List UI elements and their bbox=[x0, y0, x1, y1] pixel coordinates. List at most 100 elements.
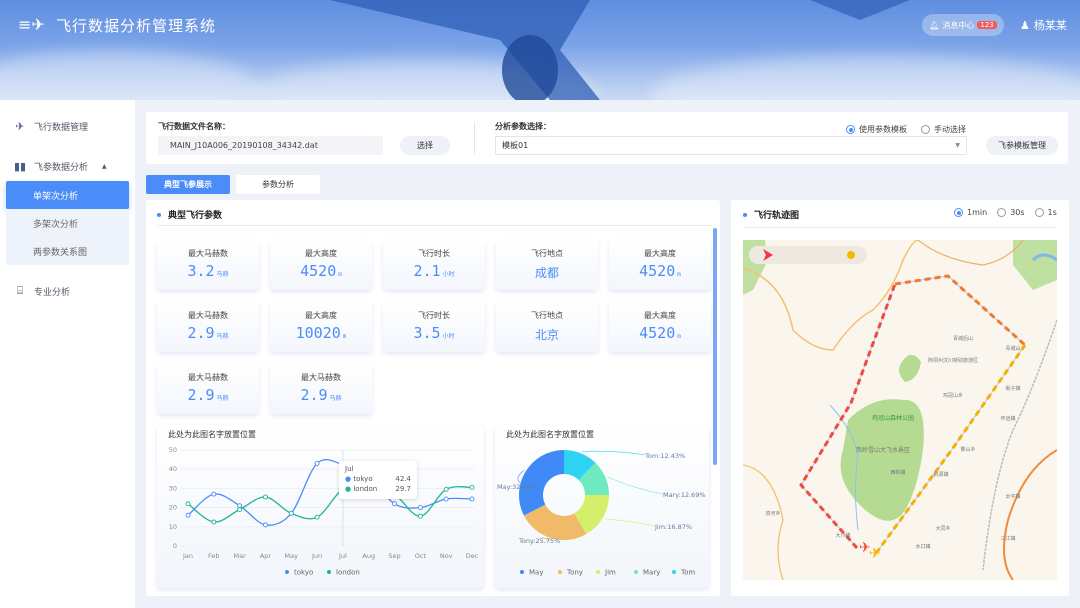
param-label: 分析参数选择： bbox=[495, 122, 551, 131]
legend-label-Jim: Jim bbox=[604, 569, 616, 577]
map-place-label: 斜源镇 bbox=[933, 471, 948, 478]
param-card-value-row: 4520 m bbox=[609, 262, 711, 280]
radio-30s[interactable]: 30s bbox=[997, 208, 1025, 217]
template-select[interactable]: 模板01 ▼ bbox=[495, 136, 967, 155]
track-map[interactable]: ✈ ✈ 鸡冠山森林公园西岭雪山大飞水景区青城后山青城山阿坝州汶川特别旅游区大川镇… bbox=[743, 240, 1057, 580]
data-point-tokyo bbox=[469, 496, 475, 502]
fighter-jet-image-2 bbox=[810, 0, 910, 20]
scrollbar[interactable] bbox=[713, 228, 717, 465]
param-card-value: 4520 bbox=[639, 262, 676, 280]
param-card-value: 2.1 bbox=[413, 262, 441, 280]
divider bbox=[474, 122, 475, 154]
map-place-label: 西岭镇 bbox=[890, 469, 905, 476]
param-card-value: 4520 bbox=[300, 262, 337, 280]
param-card-unit: 小时 bbox=[442, 271, 455, 278]
param-card-label: 最大马赫数 bbox=[188, 373, 228, 382]
pie-label-line bbox=[581, 450, 646, 456]
file-label: 飞行数据文件名称： bbox=[158, 122, 230, 131]
param-card-unit: 马赫 bbox=[216, 395, 229, 402]
map-place-label: 水口镇 bbox=[915, 543, 930, 550]
sidebar: ✈ 飞行数据管理 ▮▮ 飞参数据分析 ▲ 单架次分析 多架次分析 两参数关系图 ⌸ 专业… bbox=[0, 100, 135, 608]
divider bbox=[743, 227, 1057, 228]
param-card-label: 飞行时长 bbox=[418, 311, 450, 320]
param-card: 最大马赫数 2.9 马赫 bbox=[157, 302, 259, 352]
param-card-value: 2.9 bbox=[187, 324, 215, 342]
sidebar-subitem-multi[interactable]: 多架次分析 bbox=[6, 209, 129, 237]
param-card-value: 2.9 bbox=[187, 386, 215, 404]
file-name-field[interactable]: MAIN_J10A006_20190108_34342.dat bbox=[158, 136, 383, 155]
message-center-button[interactable]: 🔔︎ 消息中心 123 bbox=[922, 14, 1004, 36]
radio-label: 使用参数模板 bbox=[859, 125, 907, 134]
user-menu[interactable]: ♟ 杨某某 bbox=[1020, 17, 1067, 33]
bell-icon: 🔔︎ bbox=[929, 20, 940, 30]
radio-1s[interactable]: 1s bbox=[1034, 208, 1057, 217]
data-point-london bbox=[417, 513, 423, 519]
data-point-london bbox=[469, 484, 475, 490]
param-card: 飞行地点 北京 bbox=[496, 302, 598, 352]
param-card-label: 最大马赫数 bbox=[188, 249, 228, 258]
legend-marker-Mary bbox=[634, 570, 638, 574]
tab-typical-params[interactable]: 典型飞参展示 bbox=[146, 175, 230, 194]
sidebar-item-label: 飞行数据管理 bbox=[34, 122, 89, 133]
caret-up-icon: ▲ bbox=[102, 162, 107, 170]
section-title-text: 典型飞行参数 bbox=[168, 211, 223, 221]
param-card: 飞行时长 3.5 小时 bbox=[383, 302, 485, 352]
legend-marker-Jim bbox=[596, 570, 600, 574]
interval-radio-group: 1min 30s 1s bbox=[954, 208, 1057, 217]
sidebar-item-flight-data[interactable]: ✈ 飞行数据管理 bbox=[0, 112, 135, 140]
pie-label-Tom: Tom:12.43% bbox=[644, 452, 685, 460]
section-title-text: 飞行轨迹图 bbox=[754, 211, 800, 221]
param-card: 最大高度 10020 m bbox=[270, 302, 372, 352]
tooltip-series: tokyo bbox=[353, 475, 373, 483]
data-point-tokyo bbox=[417, 505, 423, 511]
sidebar-subitem-single[interactable]: 单架次分析 bbox=[6, 181, 129, 209]
param-card-unit: 马赫 bbox=[216, 271, 229, 278]
sidebar-item-param-analysis[interactable]: ▮▮ 飞参数据分析 ▲ bbox=[0, 152, 135, 180]
map-place-label: 大同乡 bbox=[935, 525, 950, 532]
param-card-value-row: 3.2 马赫 bbox=[157, 262, 259, 280]
divider bbox=[157, 225, 712, 226]
chart-tooltip: Jul ● tokyo 42.4 ● london 29.7 bbox=[339, 461, 417, 499]
legend-marker-Tom bbox=[672, 570, 676, 574]
tooltip-value: 29.7 bbox=[395, 485, 411, 493]
logo-jet-icon: ≡✈ bbox=[18, 15, 45, 34]
data-point-tokyo bbox=[185, 512, 191, 518]
x-tick-label: May bbox=[285, 552, 299, 560]
param-card-unit: 马赫 bbox=[329, 395, 342, 402]
radio-1min[interactable]: 1min bbox=[954, 208, 987, 217]
template-select-value: 模板01 bbox=[502, 141, 529, 150]
param-card-value: 10020 bbox=[295, 324, 341, 342]
fighter-jet-image bbox=[330, 0, 600, 100]
legend-marker-May bbox=[520, 570, 524, 574]
radio-unchecked-icon bbox=[1034, 208, 1044, 217]
param-card-value: 北京 bbox=[534, 328, 559, 342]
sidebar-item-label: 飞参数据分析 bbox=[34, 162, 89, 173]
param-card: 最大马赫数 2.9 马赫 bbox=[270, 364, 372, 414]
legend-marker-tokyo bbox=[285, 570, 289, 574]
map-place-label: 青城后山 bbox=[953, 335, 973, 342]
data-point-tokyo bbox=[263, 522, 268, 528]
radio-label: 30s bbox=[1010, 208, 1025, 217]
param-card-label: 最大马赫数 bbox=[301, 373, 341, 382]
y-tick-label: 50 bbox=[169, 446, 177, 454]
param-card-value: 2.9 bbox=[300, 386, 328, 404]
param-card-value-row: 3.5 小时 bbox=[383, 324, 485, 342]
sidebar-subitem-two-param[interactable]: 两参数关系图 bbox=[6, 237, 129, 265]
pie-label-line bbox=[604, 518, 656, 527]
param-card: 最大高度 4520 m bbox=[609, 302, 711, 352]
tab-param-analysis[interactable]: 参数分析 bbox=[236, 175, 320, 194]
bullet-icon bbox=[157, 212, 161, 217]
legend-label-london: london bbox=[336, 569, 360, 577]
data-point-london bbox=[237, 507, 243, 512]
pie-chart: Tom:12.43% Mary:12.69% Jim:16.87% Tony:25.7… bbox=[497, 450, 706, 577]
legend-label-tokyo: tokyo bbox=[294, 569, 313, 577]
template-manage-button[interactable]: 飞参模板管理 bbox=[986, 136, 1058, 155]
data-point-london bbox=[288, 510, 294, 516]
select-file-button[interactable]: 选择 bbox=[400, 136, 450, 155]
param-card-label: 飞行时长 bbox=[418, 249, 450, 258]
sidebar-item-professional[interactable]: ⌸ 专业分析 bbox=[0, 277, 135, 305]
param-card: 最大高度 4520 m bbox=[270, 240, 372, 290]
param-card: 最大高度 4520 m bbox=[609, 240, 711, 290]
legend-label-Tony: Tony bbox=[566, 569, 583, 577]
param-card-label: 最大高度 bbox=[644, 311, 676, 320]
